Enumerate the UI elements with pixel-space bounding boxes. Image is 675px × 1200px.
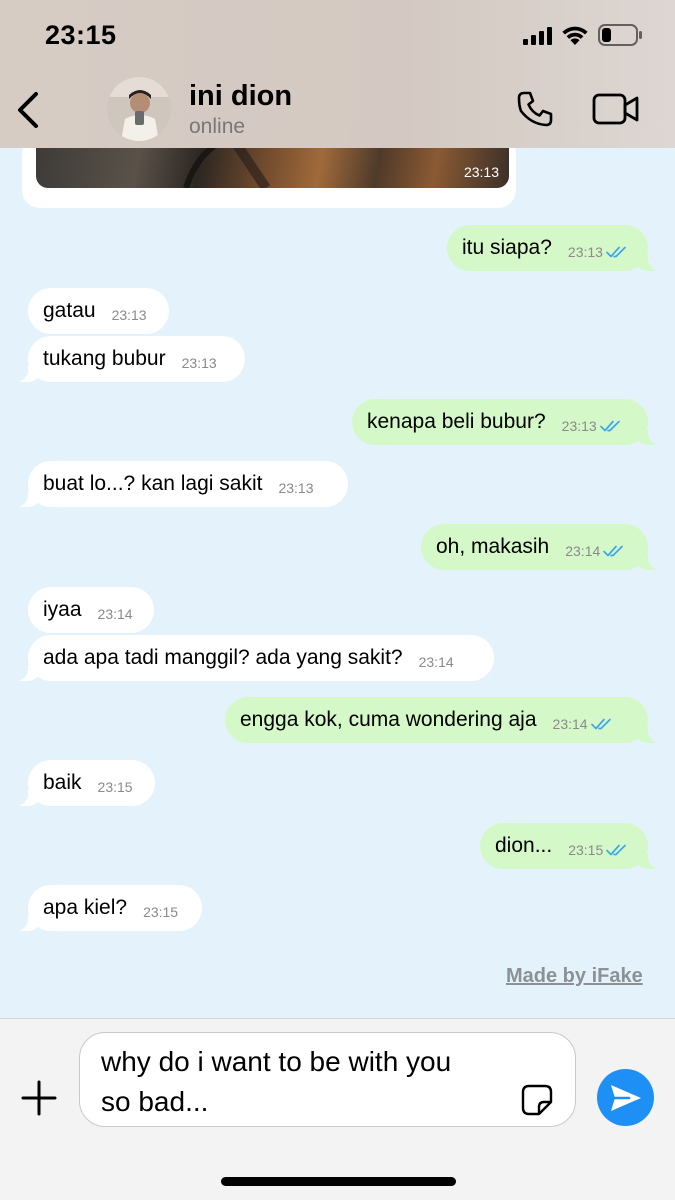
message-text: apa kiel? [43, 896, 128, 919]
draft-line-1: why do i want to be with you [101, 1046, 452, 1077]
read-checks-icon [606, 246, 626, 258]
draft-line-2: so bad... [101, 1086, 209, 1117]
message-bubble-incoming[interactable]: iyaa 23:14 [28, 587, 154, 633]
home-indicator [221, 1177, 456, 1186]
message-bubble-outgoing[interactable]: itu siapa? 23:13 [447, 225, 666, 271]
signal-icon [523, 27, 552, 45]
call-icon[interactable] [515, 89, 555, 129]
chat-area: 23:13 itu siapa? 23:13 gatau 23:13 tukan… [0, 136, 675, 1018]
message-time: 23:14 [97, 606, 133, 622]
sticker-icon[interactable] [520, 1083, 554, 1117]
message-text: ada apa tadi manggil? ada yang sakit? [43, 646, 403, 669]
message-text: dion... [495, 834, 553, 857]
message-time: 23:15 [143, 904, 179, 920]
message-text: buat lo...? kan lagi sakit [43, 472, 263, 495]
message-bubble-incoming[interactable]: apa kiel? 23:15 [10, 885, 202, 931]
back-icon[interactable] [14, 90, 44, 130]
message-bubble-incoming[interactable]: buat lo...? kan lagi sakit 23:13 [10, 461, 348, 507]
message-bubble-outgoing[interactable]: kenapa beli bubur? 23:13 [352, 399, 666, 445]
message-bubble-outgoing[interactable]: dion... 23:15 [480, 823, 666, 869]
message-text: baik [43, 771, 82, 794]
message-time: 23:13 [463, 164, 499, 180]
message-bubble-incoming[interactable]: gatau 23:13 [28, 288, 169, 334]
message-bubble-outgoing[interactable]: oh, makasih 23:14 [421, 524, 666, 570]
wifi-icon [562, 26, 588, 45]
video-icon[interactable] [592, 93, 640, 125]
message-time: 23:13 [111, 307, 147, 323]
message-text: engga kok, cuma wondering aja [240, 708, 537, 731]
read-checks-icon [599, 420, 620, 432]
message-text: tukang bubur [43, 347, 166, 370]
message-bubble-incoming[interactable]: tukang bubur 23:13 [10, 336, 245, 382]
send-icon [610, 1084, 641, 1111]
message-bubble-incoming[interactable]: ada apa tadi manggil? ada yang sakit? 23… [10, 635, 494, 681]
message-text: iyaa [43, 598, 82, 621]
plus-icon[interactable] [20, 1079, 58, 1117]
send-button[interactable] [597, 1069, 654, 1126]
message-time: 23:14 [552, 716, 588, 732]
contact-status: online [189, 115, 246, 138]
message-text: gatau [43, 299, 96, 322]
message-time: 23:13 [181, 355, 217, 371]
message-bubble-incoming[interactable]: baik 23:15 [10, 760, 155, 806]
contact-avatar[interactable] [107, 77, 171, 141]
composer-bar: why do i want to be with you so bad... [0, 1018, 675, 1200]
message-time: 23:13 [561, 418, 597, 434]
message-time: 23:13 [567, 244, 603, 260]
watermark-link[interactable]: Made by iFake [506, 965, 643, 988]
read-checks-icon [603, 545, 624, 557]
message-text: kenapa beli bubur? [367, 410, 546, 433]
message-time: 23:14 [565, 543, 601, 559]
message-input[interactable]: why do i want to be with you so bad... [79, 1032, 576, 1127]
message-text: oh, makasih [436, 535, 550, 558]
read-checks-icon [606, 844, 627, 856]
status-bar-time: 23:15 [45, 20, 117, 50]
contact-name[interactable]: ini dion [189, 80, 292, 113]
message-time: 23:15 [97, 779, 133, 795]
read-checks-icon [590, 718, 611, 730]
chat-header: 23:15 ini dion online [0, 0, 675, 148]
message-time: 23:13 [278, 480, 314, 496]
message-time: 23:14 [418, 654, 454, 670]
battery-icon [598, 24, 642, 46]
message-text: itu siapa? [462, 236, 552, 259]
message-input-text[interactable]: why do i want to be with you so bad... [101, 1042, 521, 1122]
message-time: 23:15 [568, 842, 604, 858]
message-bubble-outgoing[interactable]: engga kok, cuma wondering aja 23:14 [225, 697, 666, 743]
